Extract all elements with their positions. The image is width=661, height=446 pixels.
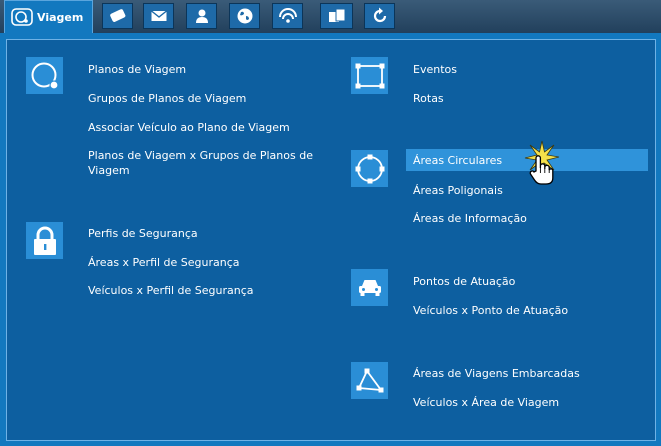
tab-bar: Viagem (0, 0, 661, 33)
tab-viagem-label: Viagem (37, 10, 84, 24)
menu-link[interactable]: Áreas de Viagens Embarcadas (413, 366, 580, 381)
circle-area-icon (355, 154, 384, 183)
menu-link[interactable]: Perfis de Segurança (88, 226, 198, 241)
route-icon (11, 8, 33, 26)
menu-link[interactable]: Veículos x Área de Viagem (413, 395, 559, 410)
tab-globe[interactable] (229, 3, 260, 29)
person-icon (195, 9, 208, 23)
menu-link[interactable]: Rotas (413, 91, 444, 106)
menu-link-selected[interactable]: Áreas Circulares (413, 153, 502, 168)
car-icon (358, 279, 381, 296)
lock-icon (33, 226, 56, 255)
tab-refresh[interactable] (364, 3, 395, 29)
menu-link[interactable]: Áreas Poligonais (413, 183, 503, 198)
onboard-areas-icon-box (351, 362, 388, 399)
polygon-area-icon (356, 368, 383, 392)
refresh-icon (373, 7, 386, 23)
signal-icon (278, 8, 297, 23)
menu-link[interactable]: Áreas x Perfil de Segurança (88, 255, 240, 270)
security-icon-box (26, 222, 63, 259)
menu-link[interactable]: Planos de Viagem (88, 62, 186, 77)
menu-link[interactable]: Pontos de Atuação (413, 274, 515, 289)
events-icon-box (351, 57, 388, 94)
tab-person[interactable] (186, 3, 217, 29)
menu-link[interactable]: Veículos x Ponto de Atuação (413, 303, 568, 318)
tab-devices[interactable] (320, 3, 353, 29)
menu-link[interactable]: Planos de Viagem x Grupos de Planos de V… (88, 148, 333, 178)
tab-viagem[interactable]: Viagem (4, 0, 93, 33)
tab-card[interactable] (102, 3, 133, 29)
menu-link[interactable]: Grupos de Planos de Viagem (88, 91, 246, 106)
menu-link[interactable]: Associar Veículo ao Plano de Viagem (88, 120, 290, 135)
tab-signal[interactable] (272, 3, 303, 29)
globe-icon (237, 8, 252, 24)
areas-icon-box (351, 150, 388, 187)
menu-link[interactable]: Eventos (413, 62, 457, 77)
devices-icon (328, 8, 345, 22)
hand-cursor-icon (529, 155, 554, 185)
menu-link[interactable]: Veículos x Perfil de Segurança (88, 283, 254, 298)
bounding-box-icon (355, 63, 384, 88)
mail-icon (150, 10, 167, 21)
trip-plans-icon-box (26, 57, 63, 94)
action-points-icon-box (351, 269, 388, 306)
circle-route-icon (31, 62, 59, 90)
card-icon (109, 9, 125, 22)
tab-mail[interactable] (143, 3, 174, 29)
menu-link[interactable]: Áreas de Informação (413, 211, 527, 226)
